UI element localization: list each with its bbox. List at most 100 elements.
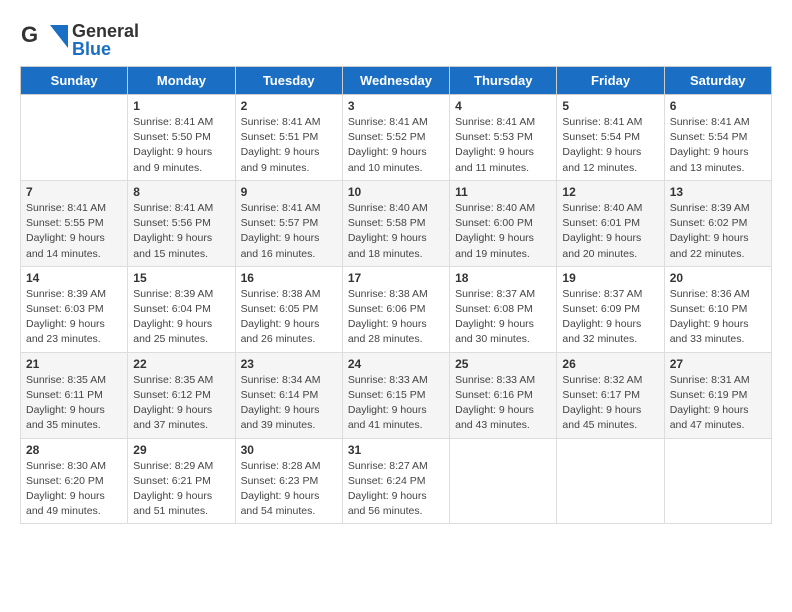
header-friday: Friday bbox=[557, 67, 664, 95]
calendar-table: SundayMondayTuesdayWednesdayThursdayFrid… bbox=[20, 66, 772, 524]
day-number: 4 bbox=[455, 99, 551, 113]
calendar-cell: 3Sunrise: 8:41 AM Sunset: 5:52 PM Daylig… bbox=[342, 95, 449, 181]
day-info: Sunrise: 8:41 AM Sunset: 5:50 PM Dayligh… bbox=[133, 115, 229, 176]
day-number: 3 bbox=[348, 99, 444, 113]
day-info: Sunrise: 8:41 AM Sunset: 5:57 PM Dayligh… bbox=[241, 201, 337, 262]
day-number: 10 bbox=[348, 185, 444, 199]
day-info: Sunrise: 8:41 AM Sunset: 5:54 PM Dayligh… bbox=[670, 115, 766, 176]
day-info: Sunrise: 8:41 AM Sunset: 5:55 PM Dayligh… bbox=[26, 201, 122, 262]
day-number: 20 bbox=[670, 271, 766, 285]
calendar-cell bbox=[21, 95, 128, 181]
day-info: Sunrise: 8:32 AM Sunset: 6:17 PM Dayligh… bbox=[562, 373, 658, 434]
day-number: 16 bbox=[241, 271, 337, 285]
day-number: 28 bbox=[26, 443, 122, 457]
header-sunday: Sunday bbox=[21, 67, 128, 95]
day-number: 2 bbox=[241, 99, 337, 113]
calendar-cell: 21Sunrise: 8:35 AM Sunset: 6:11 PM Dayli… bbox=[21, 352, 128, 438]
day-info: Sunrise: 8:40 AM Sunset: 5:58 PM Dayligh… bbox=[348, 201, 444, 262]
calendar-cell: 27 Sunrise: 8:31 AM Sunset: 6:19 PM Dayli… bbox=[664, 352, 771, 438]
day-info: Sunrise: 8:30 AM Sunset: 6:20 PM Dayligh… bbox=[26, 459, 122, 520]
day-number: 11 bbox=[455, 185, 551, 199]
day-info: Sunrise: 8:39 AM Sunset: 6:02 PM Dayligh… bbox=[670, 201, 766, 262]
day-number: 23 bbox=[241, 357, 337, 371]
page-header: G General Blue bbox=[20, 20, 772, 60]
calendar-week-row: 14 Sunrise: 8:39 AM Sunset: 6:03 PM Dayli… bbox=[21, 266, 772, 352]
header-monday: Monday bbox=[128, 67, 235, 95]
calendar-cell: 8Sunrise: 8:41 AM Sunset: 5:56 PM Daylig… bbox=[128, 180, 235, 266]
calendar-cell bbox=[557, 438, 664, 524]
day-number: 29 bbox=[133, 443, 229, 457]
day-number: 6 bbox=[670, 99, 766, 113]
day-number: 31 bbox=[348, 443, 444, 457]
logo-text-block: General Blue bbox=[72, 22, 139, 58]
day-number: 25 bbox=[455, 357, 551, 371]
calendar-cell: 31 Sunrise: 8:27 AM Sunset: 6:24 PM Dayli… bbox=[342, 438, 449, 524]
calendar-cell bbox=[664, 438, 771, 524]
day-info: Sunrise: 8:28 AM Sunset: 6:23 PM Dayligh… bbox=[241, 459, 337, 520]
day-number: 17 bbox=[348, 271, 444, 285]
day-number: 26 bbox=[562, 357, 658, 371]
logo-icon: G bbox=[20, 20, 70, 60]
day-info: Sunrise: 8:41 AM Sunset: 5:53 PM Dayligh… bbox=[455, 115, 551, 176]
day-info: Sunrise: 8:39 AM Sunset: 6:03 PM Dayligh… bbox=[26, 287, 122, 348]
day-info: Sunrise: 8:37 AM Sunset: 6:09 PM Dayligh… bbox=[562, 287, 658, 348]
calendar-week-row: 28 Sunrise: 8:30 AM Sunset: 6:20 PM Dayli… bbox=[21, 438, 772, 524]
day-info: Sunrise: 8:38 AM Sunset: 6:06 PM Dayligh… bbox=[348, 287, 444, 348]
calendar-cell: 30Sunrise: 8:28 AM Sunset: 6:23 PM Dayli… bbox=[235, 438, 342, 524]
calendar-cell: 17 Sunrise: 8:38 AM Sunset: 6:06 PM Dayli… bbox=[342, 266, 449, 352]
header-saturday: Saturday bbox=[664, 67, 771, 95]
calendar-week-row: 1Sunrise: 8:41 AM Sunset: 5:50 PM Daylig… bbox=[21, 95, 772, 181]
day-number: 24 bbox=[348, 357, 444, 371]
day-info: Sunrise: 8:29 AM Sunset: 6:21 PM Dayligh… bbox=[133, 459, 229, 520]
calendar-cell: 13 Sunrise: 8:39 AM Sunset: 6:02 PM Dayli… bbox=[664, 180, 771, 266]
day-info: Sunrise: 8:35 AM Sunset: 6:12 PM Dayligh… bbox=[133, 373, 229, 434]
calendar-cell: 7 Sunrise: 8:41 AM Sunset: 5:55 PM Daylig… bbox=[21, 180, 128, 266]
day-number: 27 bbox=[670, 357, 766, 371]
day-info: Sunrise: 8:38 AM Sunset: 6:05 PM Dayligh… bbox=[241, 287, 337, 348]
header-thursday: Thursday bbox=[450, 67, 557, 95]
header-wednesday: Wednesday bbox=[342, 67, 449, 95]
calendar-cell: 2Sunrise: 8:41 AM Sunset: 5:51 PM Daylig… bbox=[235, 95, 342, 181]
day-number: 13 bbox=[670, 185, 766, 199]
header-tuesday: Tuesday bbox=[235, 67, 342, 95]
day-number: 18 bbox=[455, 271, 551, 285]
calendar-cell: 22Sunrise: 8:35 AM Sunset: 6:12 PM Dayli… bbox=[128, 352, 235, 438]
calendar-cell: 29 Sunrise: 8:29 AM Sunset: 6:21 PM Dayli… bbox=[128, 438, 235, 524]
day-number: 5 bbox=[562, 99, 658, 113]
day-number: 7 bbox=[26, 185, 122, 199]
day-number: 21 bbox=[26, 357, 122, 371]
day-info: Sunrise: 8:33 AM Sunset: 6:15 PM Dayligh… bbox=[348, 373, 444, 434]
calendar-cell: 24 Sunrise: 8:33 AM Sunset: 6:15 PM Dayli… bbox=[342, 352, 449, 438]
calendar-cell: 20 Sunrise: 8:36 AM Sunset: 6:10 PM Dayli… bbox=[664, 266, 771, 352]
day-number: 12 bbox=[562, 185, 658, 199]
calendar-week-row: 7 Sunrise: 8:41 AM Sunset: 5:55 PM Daylig… bbox=[21, 180, 772, 266]
calendar-cell: 12 Sunrise: 8:40 AM Sunset: 6:01 PM Dayli… bbox=[557, 180, 664, 266]
calendar-cell: 19 Sunrise: 8:37 AM Sunset: 6:09 PM Dayli… bbox=[557, 266, 664, 352]
calendar-header-row: SundayMondayTuesdayWednesdayThursdayFrid… bbox=[21, 67, 772, 95]
day-info: Sunrise: 8:39 AM Sunset: 6:04 PM Dayligh… bbox=[133, 287, 229, 348]
calendar-week-row: 21Sunrise: 8:35 AM Sunset: 6:11 PM Dayli… bbox=[21, 352, 772, 438]
calendar-cell: 28 Sunrise: 8:30 AM Sunset: 6:20 PM Dayli… bbox=[21, 438, 128, 524]
day-info: Sunrise: 8:40 AM Sunset: 6:00 PM Dayligh… bbox=[455, 201, 551, 262]
svg-text:G: G bbox=[21, 22, 38, 47]
day-info: Sunrise: 8:31 AM Sunset: 6:19 PM Dayligh… bbox=[670, 373, 766, 434]
day-number: 14 bbox=[26, 271, 122, 285]
calendar-cell: 5Sunrise: 8:41 AM Sunset: 5:54 PM Daylig… bbox=[557, 95, 664, 181]
day-info: Sunrise: 8:27 AM Sunset: 6:24 PM Dayligh… bbox=[348, 459, 444, 520]
day-number: 19 bbox=[562, 271, 658, 285]
calendar-cell: 6 Sunrise: 8:41 AM Sunset: 5:54 PM Daylig… bbox=[664, 95, 771, 181]
calendar-cell: 1Sunrise: 8:41 AM Sunset: 5:50 PM Daylig… bbox=[128, 95, 235, 181]
calendar-cell: 18Sunrise: 8:37 AM Sunset: 6:08 PM Dayli… bbox=[450, 266, 557, 352]
day-info: Sunrise: 8:40 AM Sunset: 6:01 PM Dayligh… bbox=[562, 201, 658, 262]
day-info: Sunrise: 8:36 AM Sunset: 6:10 PM Dayligh… bbox=[670, 287, 766, 348]
calendar-cell: 11 Sunrise: 8:40 AM Sunset: 6:00 PM Dayli… bbox=[450, 180, 557, 266]
day-number: 8 bbox=[133, 185, 229, 199]
calendar-cell: 16 Sunrise: 8:38 AM Sunset: 6:05 PM Dayli… bbox=[235, 266, 342, 352]
calendar-cell: 25Sunrise: 8:33 AM Sunset: 6:16 PM Dayli… bbox=[450, 352, 557, 438]
calendar-cell: 9Sunrise: 8:41 AM Sunset: 5:57 PM Daylig… bbox=[235, 180, 342, 266]
calendar-cell: 26 Sunrise: 8:32 AM Sunset: 6:17 PM Dayli… bbox=[557, 352, 664, 438]
calendar-cell: 23Sunrise: 8:34 AM Sunset: 6:14 PM Dayli… bbox=[235, 352, 342, 438]
calendar-cell: 10 Sunrise: 8:40 AM Sunset: 5:58 PM Dayli… bbox=[342, 180, 449, 266]
day-number: 15 bbox=[133, 271, 229, 285]
calendar-cell bbox=[450, 438, 557, 524]
